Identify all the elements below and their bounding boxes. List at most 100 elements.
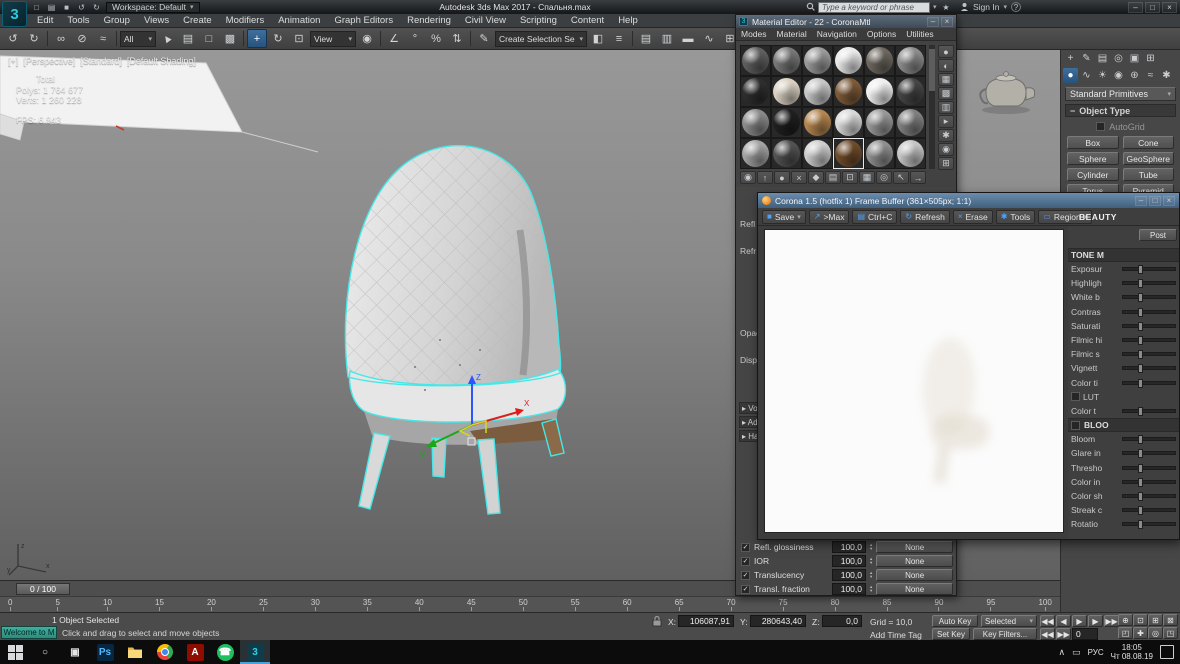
material-slot[interactable] xyxy=(864,107,895,138)
photoshop-icon[interactable]: Ps xyxy=(90,640,120,664)
angle-snap-icon[interactable]: ° xyxy=(405,29,425,48)
vfb-button-tools[interactable]: ✱Tools xyxy=(996,210,1036,224)
slider-thumb[interactable] xyxy=(1138,293,1143,302)
use-pivot-center-icon[interactable]: ◉ xyxy=(357,29,377,48)
menu-item-group[interactable]: Group xyxy=(97,14,137,27)
setting-slider[interactable] xyxy=(1122,338,1176,342)
play-button[interactable]: ▶ xyxy=(1072,615,1087,627)
selection-set-dropdown[interactable]: Selected▾ xyxy=(981,615,1037,627)
material-slot[interactable] xyxy=(895,76,926,107)
add-time-tag[interactable]: Add Time Tag xyxy=(870,630,922,640)
material-slot[interactable] xyxy=(833,107,864,138)
param-spinner[interactable]: ▴▾ xyxy=(870,585,872,593)
slider-thumb[interactable] xyxy=(1138,478,1143,487)
slider-thumb[interactable] xyxy=(1138,279,1143,288)
helpers-category-icon[interactable]: ⊕ xyxy=(1127,68,1142,83)
vfb-button-max[interactable]: ↗>Max xyxy=(809,210,850,224)
close-button[interactable]: × xyxy=(1162,2,1177,13)
ruler-tick[interactable]: 20 xyxy=(207,597,216,611)
minimize-button[interactable]: – xyxy=(927,17,939,27)
undo-icon[interactable]: ↺ xyxy=(3,29,23,48)
material-slot[interactable] xyxy=(740,138,771,169)
material-editor-titlebar[interactable]: 3 Material Editor - 22 - CoronaMtl – × xyxy=(736,15,956,28)
select-and-scale-icon[interactable]: ⊡ xyxy=(289,29,309,48)
setting-slider[interactable] xyxy=(1122,508,1176,512)
slider-thumb[interactable] xyxy=(1138,435,1143,444)
chrome-icon[interactable] xyxy=(150,640,180,664)
section-checkbox[interactable] xyxy=(1071,421,1080,430)
menu-item-scripting[interactable]: Scripting xyxy=(513,14,564,27)
ruler-tick[interactable]: 85 xyxy=(883,597,892,611)
slider-thumb[interactable] xyxy=(1138,364,1143,373)
systems-category-icon[interactable]: ✱ xyxy=(1159,68,1174,83)
viewport-shading-label[interactable]: [Default Shading] xyxy=(127,56,196,66)
slider-thumb[interactable] xyxy=(1138,379,1143,388)
param-spinner[interactable]: ▴▾ xyxy=(870,557,872,565)
vfb-section-header[interactable]: TONE M xyxy=(1068,248,1179,262)
reference-coordinate-dropdown[interactable]: View▾ xyxy=(310,31,356,47)
current-frame-field[interactable]: 0 xyxy=(1072,628,1098,640)
geometry-category-icon[interactable]: ● xyxy=(1063,68,1078,83)
post-tab[interactable]: Post xyxy=(1139,229,1177,241)
param-spinner[interactable]: ▴▾ xyxy=(870,543,872,551)
vfb-button-save[interactable]: ■Save▾ xyxy=(762,210,806,224)
options-icon[interactable]: ✱ xyxy=(938,129,954,142)
assign-material-icon[interactable]: ● xyxy=(774,171,790,184)
object-button-geosphere[interactable]: GeoSphere xyxy=(1123,152,1175,165)
menu-item-edit[interactable]: Edit xyxy=(30,14,60,27)
zoom-all-icon[interactable]: ⊡ xyxy=(1133,614,1148,626)
sample-scrollbar[interactable] xyxy=(929,45,935,169)
network-icon[interactable]: ▭ xyxy=(1072,647,1081,658)
param-map-none-button[interactable]: None xyxy=(876,541,953,553)
prev-key-button[interactable]: ◀◀ xyxy=(1040,628,1055,640)
selection-filter-dropdown[interactable]: All▾ xyxy=(120,31,156,47)
material-slot[interactable] xyxy=(864,138,895,169)
workspace-dropdown[interactable]: Workspace: Default ▾ xyxy=(106,2,200,13)
param-checkbox[interactable]: ✓ xyxy=(741,585,750,594)
viewport-menu-plus[interactable]: [+] xyxy=(8,56,18,66)
lights-category-icon[interactable]: ☀ xyxy=(1095,68,1110,83)
welcome-button[interactable]: Welcome to M xyxy=(1,626,57,639)
setting-slider[interactable] xyxy=(1122,409,1176,413)
select-and-move-icon[interactable]: + xyxy=(247,29,267,48)
ruler-tick[interactable]: 95 xyxy=(987,597,996,611)
redo-quick-icon[interactable]: ↻ xyxy=(90,2,103,13)
param-spinner[interactable]: ▴▾ xyxy=(870,571,872,579)
param-map-none-button[interactable]: None xyxy=(876,583,953,595)
mirror-icon[interactable]: ◧ xyxy=(588,29,608,48)
setting-slider[interactable] xyxy=(1122,466,1176,470)
whatsapp-icon[interactable]: ☎ xyxy=(210,640,240,664)
3ds-max-logo[interactable]: 3 xyxy=(2,1,27,27)
slider-thumb[interactable] xyxy=(1138,449,1143,458)
y-coord-field[interactable]: 280643,40 xyxy=(750,615,806,627)
setting-slider[interactable] xyxy=(1122,324,1176,328)
material-slot[interactable] xyxy=(833,45,864,76)
slider-thumb[interactable] xyxy=(1138,322,1143,331)
material-slot[interactable] xyxy=(740,45,771,76)
show-map-in-viewport-icon[interactable]: ▦ xyxy=(859,171,875,184)
material-slot[interactable] xyxy=(802,76,833,107)
slider-thumb[interactable] xyxy=(1138,308,1143,317)
slider-thumb[interactable] xyxy=(1138,265,1143,274)
next-key-button[interactable]: ▶▶ xyxy=(1056,628,1071,640)
put-to-library-icon[interactable]: ▤ xyxy=(825,171,841,184)
search-icon[interactable]: ○ xyxy=(30,640,60,664)
menu-item-civil-view[interactable]: Civil View xyxy=(458,14,513,27)
material-slot[interactable] xyxy=(802,45,833,76)
material-slot[interactable] xyxy=(833,76,864,107)
param-value-field[interactable]: 100,0 xyxy=(832,555,866,567)
zoom-icon[interactable]: ⊕ xyxy=(1118,614,1133,626)
slider-thumb[interactable] xyxy=(1138,520,1143,529)
create-tab-icon[interactable]: + xyxy=(1063,51,1078,66)
maximize-button[interactable]: □ xyxy=(1149,196,1161,206)
param-checkbox[interactable]: ✓ xyxy=(741,543,750,552)
me-menu-options[interactable]: Options xyxy=(862,28,901,40)
track-bar[interactable]: 0510152025303540455055606570758085909510… xyxy=(0,596,1060,612)
material-slot[interactable] xyxy=(771,138,802,169)
zoom-extents-all-icon[interactable]: ⊠ xyxy=(1163,614,1178,626)
ruler-tick[interactable]: 15 xyxy=(155,597,164,611)
teapot-object[interactable] xyxy=(975,62,1041,116)
goto-end-button[interactable]: ▶▶ xyxy=(1104,615,1119,627)
action-center-icon[interactable] xyxy=(1160,645,1174,659)
setting-slider[interactable] xyxy=(1122,480,1176,484)
